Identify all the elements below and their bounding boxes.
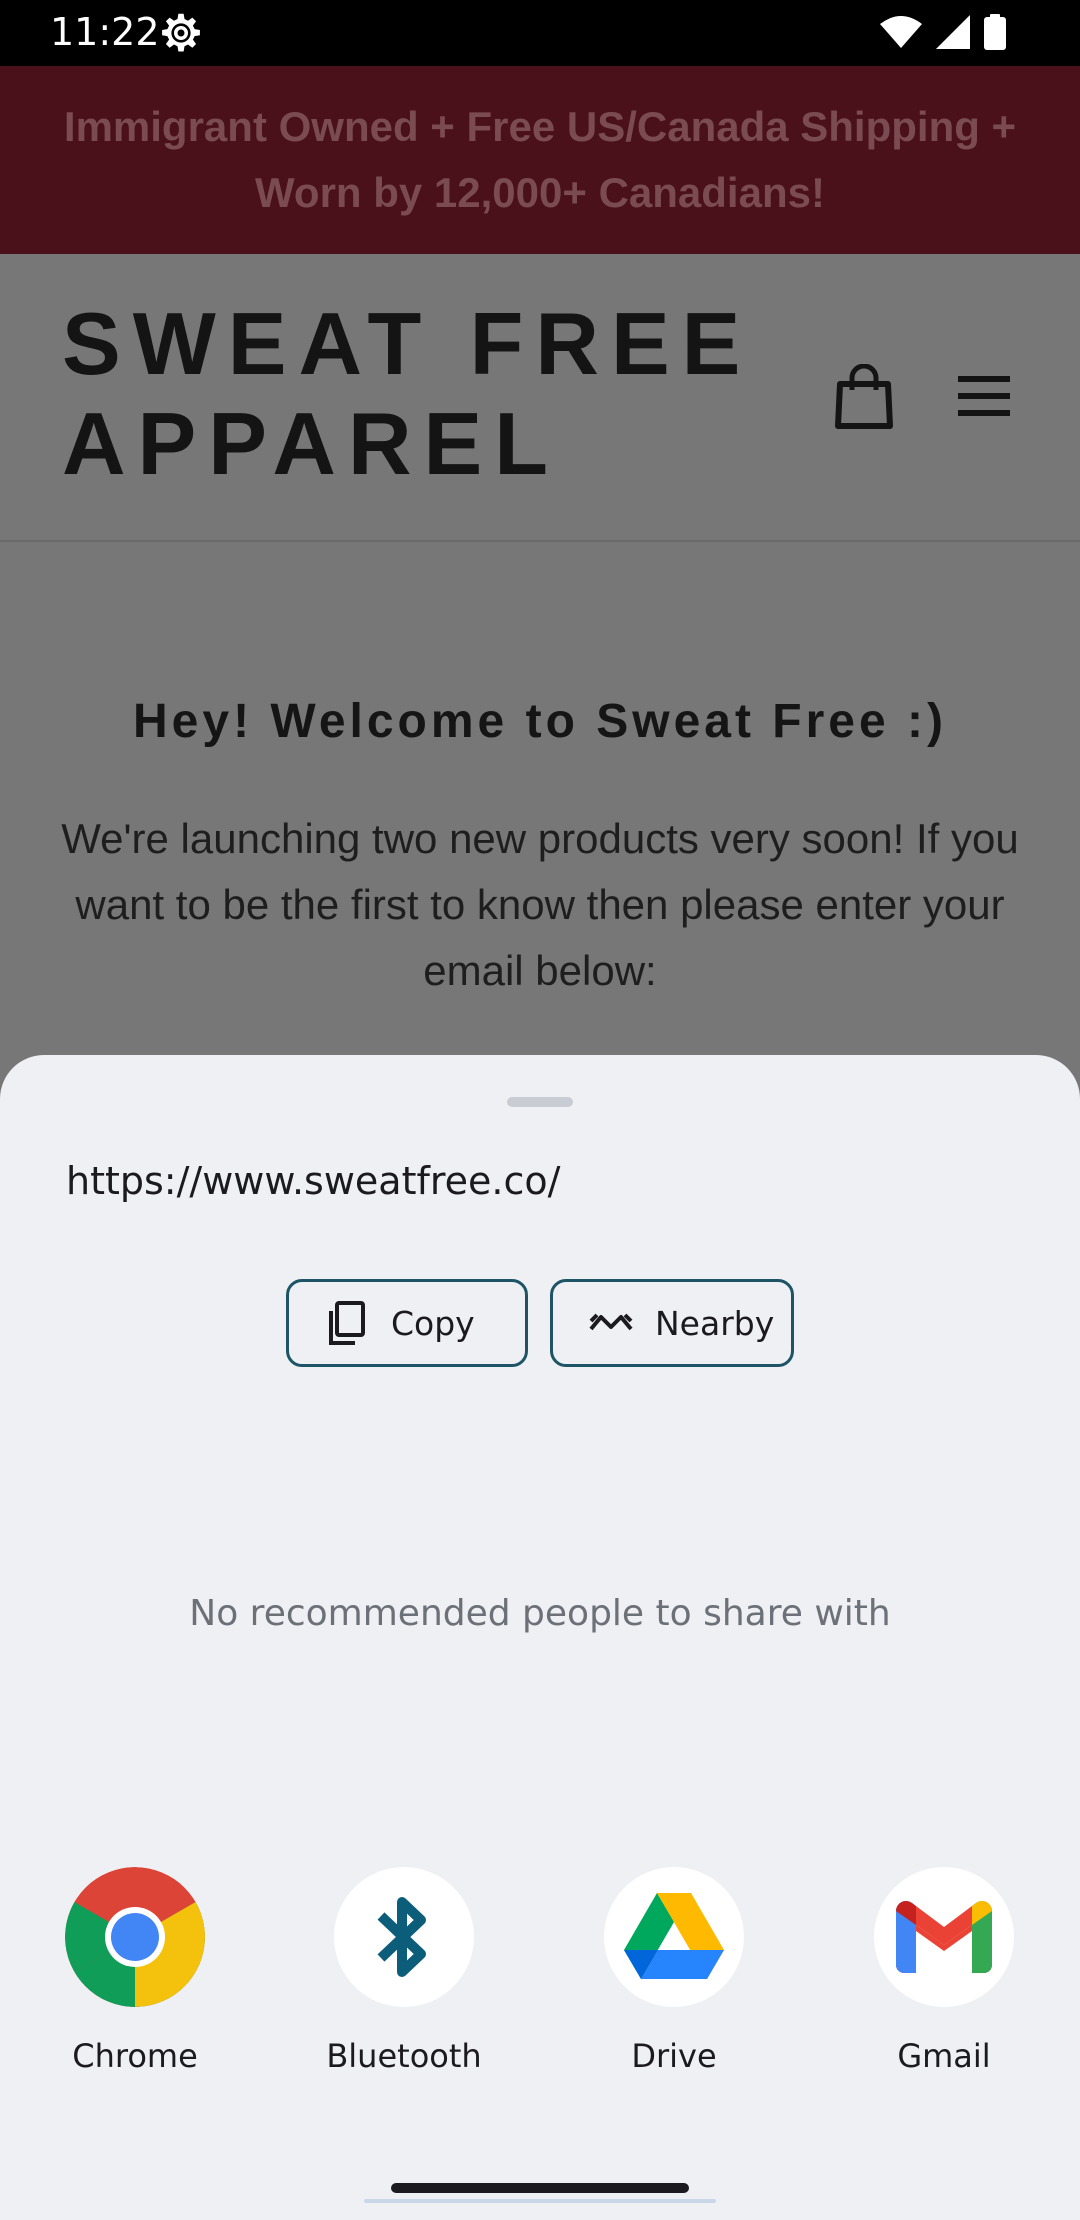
gear-icon [162,13,200,52]
share-targets: Chrome Bluetooth Drive Gmail [0,1867,1080,2087]
nearby-button[interactable]: Nearby [550,1279,794,1367]
bluetooth-icon [334,1867,474,2007]
nearby-icon [589,1313,633,1331]
share-url: https://www.sweatfree.co/ [66,1159,561,1203]
status-icons [880,14,1006,50]
wifi-icon [880,16,922,48]
share-target-gmail[interactable]: Gmail [844,1867,1044,2075]
share-target-drive[interactable]: Drive [574,1867,774,2075]
announcement-text: Immigrant Owned + Free US/Canada Shippin… [63,103,1017,216]
copy-label: Copy [391,1303,475,1343]
signal-icon [936,15,970,49]
hamburger-menu-icon[interactable] [956,372,1012,420]
brand-logo[interactable]: SWEAT FREE APPAREL [62,294,782,494]
gmail-icon [874,1867,1014,2007]
share-target-bluetooth[interactable]: Bluetooth [304,1867,504,2075]
status-bar: 11:22 [0,0,1080,66]
nearby-label: Nearby [655,1303,775,1343]
drag-handle[interactable] [507,1097,573,1107]
drive-icon [604,1867,744,2007]
share-sheet: https://www.sweatfree.co/ Copy Nearby No… [0,1055,1080,2220]
gesture-navigation-bar[interactable] [391,2183,689,2193]
chrome-icon [65,1867,205,2007]
share-target-label: Drive [631,2037,717,2075]
copy-button[interactable]: Copy [286,1279,528,1367]
welcome-heading: Hey! Welcome to Sweat Free :) [133,695,947,748]
gesture-bar-shadow [364,2199,716,2203]
share-target-label: Bluetooth [326,2037,482,2075]
share-target-chrome[interactable]: Chrome [35,1867,235,2075]
website-background: Immigrant Owned + Free US/Canada Shippin… [0,66,1080,1166]
welcome-body: We're launching two new products very so… [61,815,1019,994]
share-target-label: Chrome [72,2037,198,2075]
battery-icon [984,14,1006,50]
copy-icon [329,1301,365,1345]
status-time: 11:22 [50,10,160,54]
share-target-label: Gmail [897,2037,991,2075]
no-recommended-people-text: No recommended people to share with [189,1593,891,1634]
announcement-bar: Immigrant Owned + Free US/Canada Shippin… [0,66,1080,254]
site-header: SWEAT FREE APPAREL [0,254,1080,542]
shopping-bag-icon[interactable] [832,364,896,430]
